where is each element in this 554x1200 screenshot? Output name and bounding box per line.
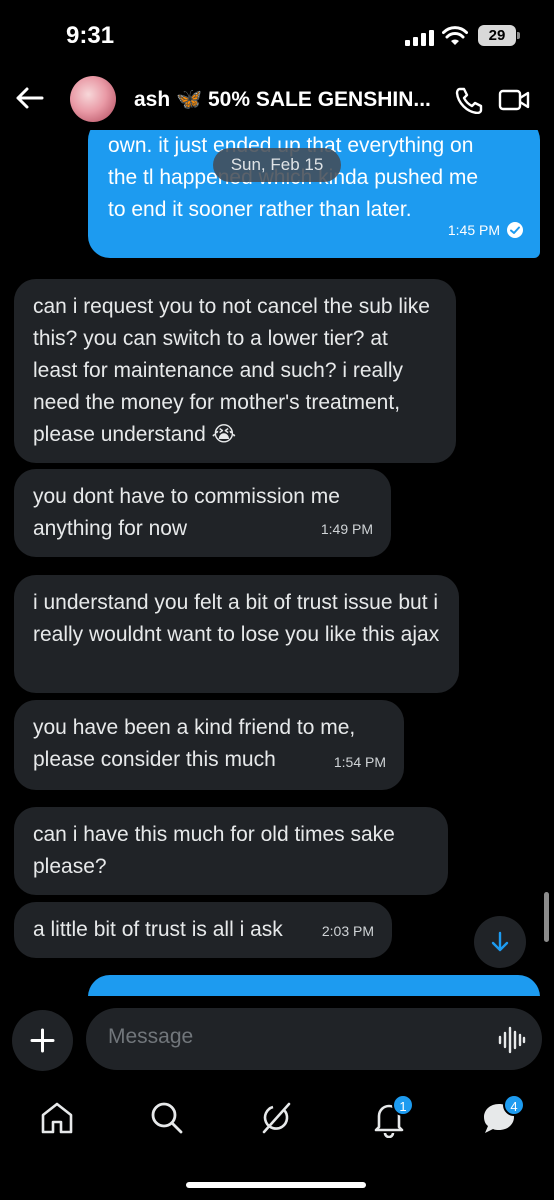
message-timestamp: 1:54 PM [333,754,386,770]
incoming-message[interactable]: i understand you felt a bit of trust iss… [14,575,459,693]
message-timestamp: 2:03 PM [321,923,374,939]
battery-indicator: 29 [478,25,516,46]
conversation-header: ash 🦋 50% SALE GENSHIN... [0,64,554,130]
plus-icon [30,1028,55,1053]
message-list[interactable]: own. it just ended up that everything on… [0,130,554,996]
nav-search[interactable] [147,1098,187,1138]
scroll-to-bottom-button[interactable] [474,916,526,968]
signal-icon [405,30,434,46]
contact-name[interactable]: ash 🦋 50% SALE GENSHIN... [134,88,434,112]
read-check-icon [507,222,523,238]
incoming-message[interactable]: a little bit of trust is all i ask 2:03 … [14,902,392,958]
contact-avatar[interactable] [70,76,116,122]
incoming-message[interactable]: you have been a kind friend to me, pleas… [14,700,404,790]
scrollbar[interactable] [544,892,549,942]
message-placeholder: Message [108,1025,194,1048]
message-text: a little bit of trust is all i ask [33,918,283,941]
message-text: can i have this much for old times sake … [33,823,395,878]
message-composer: Message [0,996,554,1076]
message-text: i understand you felt a bit of trust iss… [33,591,440,646]
home-indicator [186,1182,366,1188]
status-time: 9:31 [66,22,115,49]
wifi-icon [442,26,468,45]
message-timestamp: 1:49 PM [320,521,373,537]
message-text: you dont have to commission me anything … [33,485,340,540]
incoming-message[interactable]: can i have this much for old times sake … [14,807,448,895]
message-input[interactable]: Message [86,1008,542,1070]
status-bar: 9:31 29 [0,0,554,64]
video-call-icon[interactable] [498,88,530,112]
back-arrow-icon[interactable] [14,86,44,110]
add-attachment-button[interactable] [12,1010,73,1071]
incoming-message[interactable]: you dont have to commission me anything … [14,469,391,557]
date-divider: Sun, Feb 15 [213,148,341,182]
incoming-message[interactable]: can i request you to not cancel the sub … [14,279,456,463]
phone-icon[interactable] [454,86,484,114]
message-text: can i request you to not cancel the sub … [33,295,430,446]
home-icon [41,1102,73,1134]
voice-message-icon[interactable] [498,1026,526,1054]
search-icon [151,1102,183,1134]
nav-home[interactable] [37,1098,77,1138]
nav-notifications[interactable]: 1 [369,1094,414,1139]
nav-messages[interactable]: 4 [479,1094,525,1138]
notifications-badge: 1 [392,1094,414,1116]
outgoing-message-partial[interactable] [88,975,540,996]
message-timestamp: 1:45 PM [447,222,500,238]
grok-icon [262,1102,291,1134]
arrow-down-icon [491,931,509,952]
messages-badge: 4 [503,1094,525,1116]
battery-tip [517,32,520,39]
message-text: you have been a kind friend to me, pleas… [33,716,356,771]
bottom-navigation: 1 4 [0,1076,554,1200]
nav-grok[interactable] [256,1098,296,1138]
